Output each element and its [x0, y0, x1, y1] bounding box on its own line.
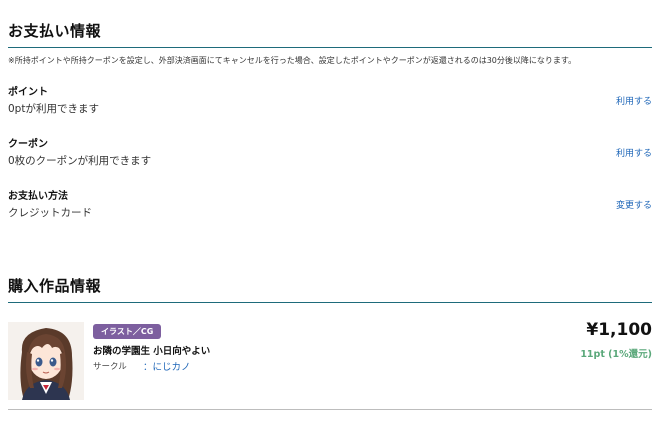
anime-girl-thumbnail-icon: [8, 322, 84, 400]
circle-name-link[interactable]: ：にじカノ: [143, 359, 191, 373]
payment-method-value: クレジットカード: [8, 207, 92, 219]
coupon-label: クーポン: [8, 139, 48, 150]
product-thumbnail[interactable]: [8, 322, 84, 400]
payment-method-label: お支払い方法: [8, 191, 68, 202]
category-badge: イラスト／CG: [93, 324, 162, 339]
product-title[interactable]: お隣の学園生 小日向やよい: [93, 343, 210, 357]
use-coupon-link[interactable]: 利用する: [616, 146, 652, 159]
change-payment-method-link[interactable]: 変更する: [616, 198, 652, 211]
payment-title-rule: [8, 47, 652, 48]
payment-notice: ※所持ポイントや所持クーポンを設定し、外部決済画面にてキャンセルを行った場合、設…: [8, 56, 577, 65]
purchase-title-rule: [8, 302, 652, 303]
points-value: 0ptが利用できます: [8, 103, 99, 115]
coupon-value: 0枚のクーポンが利用できます: [8, 155, 152, 167]
circle-label: サークル: [93, 362, 127, 372]
product-points: 11pt (1%還元): [580, 349, 652, 360]
use-points-link[interactable]: 利用する: [616, 94, 652, 107]
payment-section-title: お支払い情報: [8, 22, 102, 40]
product-price: ¥1,100: [586, 320, 652, 340]
points-label: ポイント: [8, 87, 48, 98]
purchase-bottom-rule: [8, 409, 652, 410]
purchase-section-title: 購入作品情報: [8, 277, 102, 295]
